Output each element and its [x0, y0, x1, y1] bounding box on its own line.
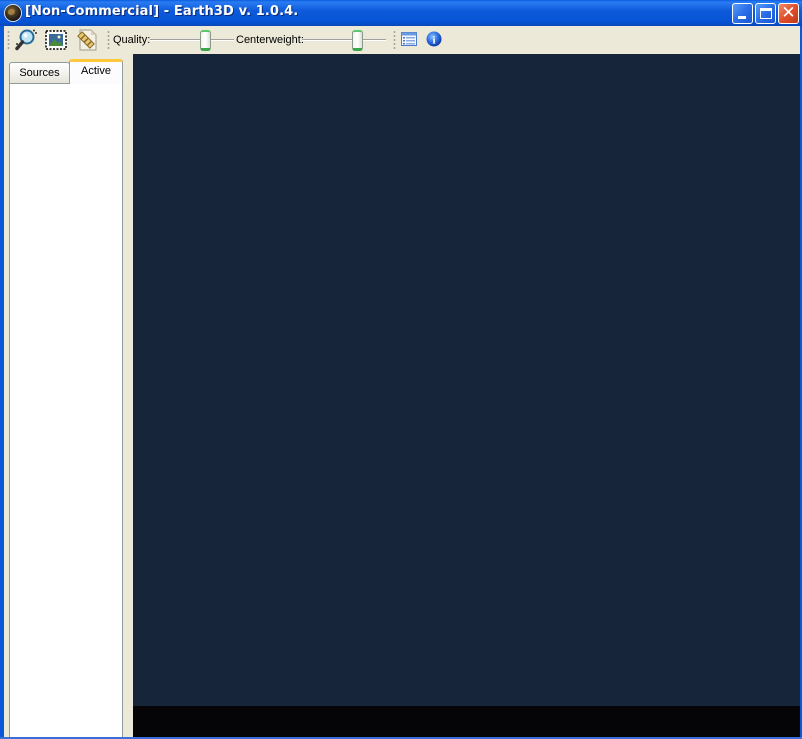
picture-frame-icon: [45, 30, 67, 50]
info-button[interactable]: i: [425, 30, 443, 48]
toolbar-grip-handle[interactable]: [7, 30, 10, 50]
centerweight-slider-track[interactable]: [302, 39, 386, 41]
panel-splitter[interactable]: [123, 54, 133, 739]
magnifier-icon: [15, 29, 37, 51]
maximize-button[interactable]: [755, 3, 776, 24]
centerweight-slider-thumb[interactable]: [352, 30, 364, 51]
centerweight-label: Centerweight:: [236, 34, 304, 46]
tab-active[interactable]: Active: [69, 59, 123, 84]
info-icon: i: [426, 31, 442, 47]
app-window: [Non-Commercial] - Earth3D v. 1.0.4. ✕ Q…: [0, 0, 802, 739]
record-button[interactable]: [74, 28, 98, 52]
quality-slider-thumb[interactable]: [200, 30, 212, 51]
active-tab-page: [9, 83, 123, 737]
window-title: [Non-Commercial] - Earth3D v. 1.0.4.: [25, 4, 299, 19]
list-view-button[interactable]: [400, 30, 418, 48]
quality-label: Quality:: [113, 34, 151, 46]
toolbar: Quality: Centerweight: i: [4, 26, 800, 54]
quality-slider[interactable]: [150, 30, 234, 51]
quality-slider-track[interactable]: [150, 39, 234, 41]
list-view-icon: [401, 32, 417, 46]
toolbar-grip-handle[interactable]: [393, 30, 396, 50]
earth-globe-icon[interactable]: [5, 5, 21, 21]
info-glyph: i: [432, 35, 435, 47]
toolbar-grip-handle[interactable]: [107, 30, 110, 50]
maximize-icon: [760, 8, 772, 19]
centerweight-slider[interactable]: [302, 30, 386, 51]
left-panel: Sources Active: [4, 54, 133, 737]
viewport-status-band: [133, 706, 800, 737]
minimize-button[interactable]: [732, 3, 753, 24]
screenshot-button[interactable]: [44, 28, 68, 52]
earth-3d-viewport[interactable]: [133, 54, 800, 706]
title-bar[interactable]: [Non-Commercial] - Earth3D v. 1.0.4. ✕: [0, 0, 802, 26]
tab-sources[interactable]: Sources: [9, 62, 70, 84]
close-button[interactable]: ✕: [778, 3, 799, 24]
close-icon: ✕: [781, 3, 796, 23]
search-button[interactable]: [14, 28, 38, 52]
minimize-icon: [738, 16, 746, 19]
film-document-icon: [77, 29, 97, 51]
